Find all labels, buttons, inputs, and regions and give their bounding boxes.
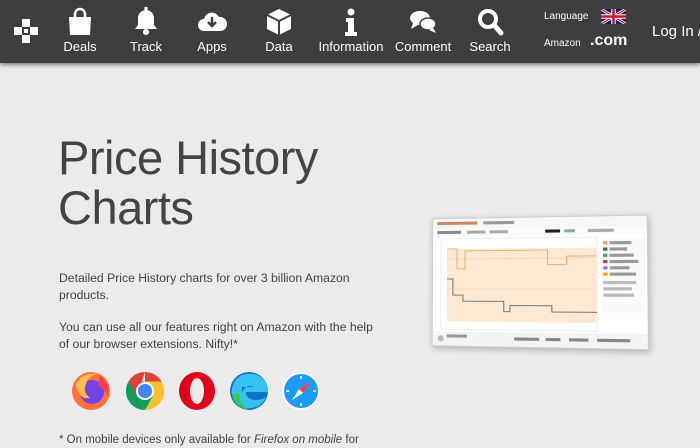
login-link[interactable]: Log In / <box>652 23 700 40</box>
nav-data[interactable]: Data <box>261 0 297 63</box>
box-icon <box>266 9 292 35</box>
edge-icon[interactable] <box>228 370 270 412</box>
nav-apps[interactable]: Apps <box>194 0 230 63</box>
nav-information[interactable]: Information <box>318 0 384 63</box>
nav-apps-label: Apps <box>197 39 227 54</box>
chart-preview-graphic <box>432 215 650 351</box>
note-suffix: for <box>342 434 359 446</box>
cloud-download-icon <box>198 12 227 31</box>
mobile-availability-note: * On mobile devices only available for F… <box>59 433 379 448</box>
shopping-bag-icon <box>69 7 91 35</box>
extensions-paragraph: You can use all our features right on Am… <box>59 320 373 351</box>
bell-icon <box>135 7 157 35</box>
safari-icon[interactable] <box>280 370 322 412</box>
nav-comment-label: Comment <box>394 39 452 54</box>
nav-search[interactable]: Search <box>469 0 511 63</box>
nav-data-label: Data <box>265 39 293 54</box>
nav-track-label: Track <box>129 39 163 54</box>
firefox-mobile-link[interactable]: Firefox on mobile <box>254 434 342 446</box>
nav-deals-label: Deals <box>63 39 97 54</box>
top-navigation-bar: Deals Track Apps Data Information Commen… <box>0 0 700 63</box>
note-prefix: * On mobile devices only available for <box>59 434 254 446</box>
opera-icon[interactable] <box>176 370 218 412</box>
language-label[interactable]: Language <box>544 11 589 22</box>
chrome-icon[interactable] <box>124 370 166 412</box>
info-icon <box>345 8 357 36</box>
firefox-icon[interactable] <box>70 370 112 412</box>
nav-search-label: Search <box>469 39 511 54</box>
price-history-chart-preview <box>431 214 650 351</box>
magnifier-icon <box>478 9 504 36</box>
uk-flag-icon[interactable] <box>601 9 626 24</box>
intro-paragraph: Detailed Price History charts for over 3… <box>59 271 350 302</box>
keepa-logo-icon[interactable] <box>12 17 40 45</box>
amazon-locale-label[interactable]: Amazon <box>544 38 581 49</box>
page-title-line2: Charts <box>58 181 194 234</box>
page-title: Price History Charts <box>58 133 378 233</box>
speech-bubbles-icon <box>410 11 437 33</box>
nav-comment[interactable]: Comment <box>395 0 451 63</box>
page-title-line1: Price History <box>58 131 318 184</box>
amazon-domain-selector[interactable]: .com <box>590 32 627 50</box>
nav-track[interactable]: Track <box>128 0 164 63</box>
nav-deals[interactable]: Deals <box>62 0 98 63</box>
nav-information-label: Information <box>318 39 384 54</box>
